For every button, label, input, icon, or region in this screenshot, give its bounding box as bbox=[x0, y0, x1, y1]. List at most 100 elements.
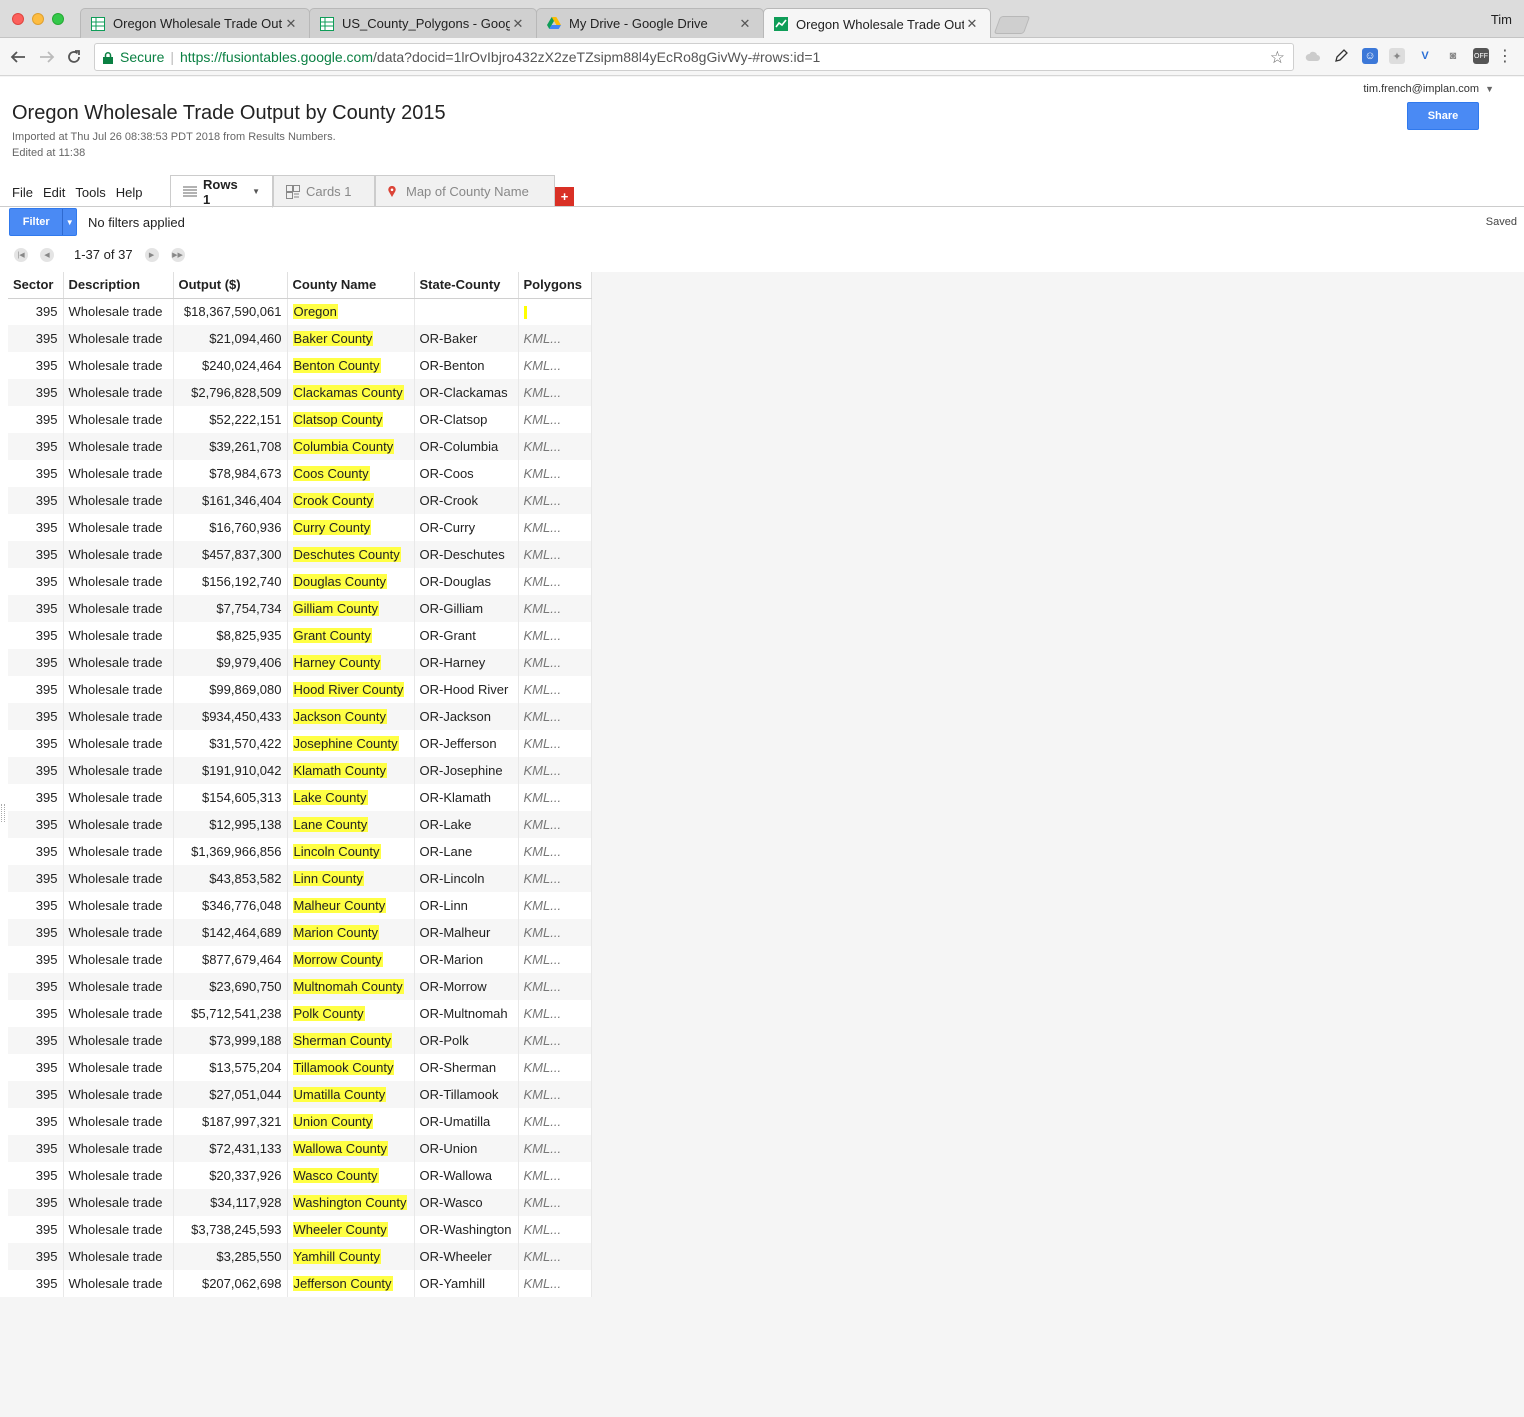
cell-sector[interactable]: 395 bbox=[8, 514, 64, 541]
cell-description[interactable]: Wholesale trade bbox=[63, 1243, 174, 1270]
cell-county-name[interactable]: Wheeler County bbox=[287, 1216, 415, 1243]
account-menu[interactable]: tim.french@implan.com ▼ bbox=[1363, 83, 1494, 95]
cell-polygons[interactable]: KML... bbox=[518, 703, 592, 730]
cell-polygons[interactable]: KML... bbox=[518, 325, 592, 352]
cell-sector[interactable]: 395 bbox=[8, 676, 64, 703]
cell-state-county[interactable]: OR-Morrow bbox=[414, 973, 519, 1000]
cell-county-name[interactable]: Tillamook County bbox=[287, 1054, 415, 1081]
cell-polygons[interactable]: KML... bbox=[518, 1054, 592, 1081]
table-row[interactable]: 395 Wholesale trade $3,738,245,593 Wheeler … bbox=[8, 1216, 592, 1243]
cell-description[interactable]: Wholesale trade bbox=[63, 433, 174, 460]
cell-output[interactable]: $877,679,464 bbox=[173, 946, 288, 973]
cell-sector[interactable]: 395 bbox=[8, 730, 64, 757]
cell-description[interactable]: Wholesale trade bbox=[63, 1054, 174, 1081]
cell-sector[interactable]: 395 bbox=[8, 568, 64, 595]
cell-state-county[interactable]: OR-Wallowa bbox=[414, 1162, 519, 1189]
secure-indicator[interactable]: Secure bbox=[95, 49, 164, 65]
close-icon[interactable]: ✕ bbox=[737, 16, 753, 32]
cell-polygons[interactable]: KML... bbox=[518, 892, 592, 919]
cell-output[interactable]: $31,570,422 bbox=[173, 730, 288, 757]
cell-polygons[interactable]: KML... bbox=[518, 1081, 592, 1108]
cell-sector[interactable]: 395 bbox=[8, 1189, 64, 1216]
cell-polygons[interactable]: KML... bbox=[518, 541, 592, 568]
cell-county-name[interactable]: Josephine County bbox=[287, 730, 415, 757]
cell-sector[interactable]: 395 bbox=[8, 1216, 64, 1243]
cell-state-county[interactable]: OR-Jackson bbox=[414, 703, 519, 730]
cell-sector[interactable]: 395 bbox=[8, 298, 64, 325]
cell-polygons[interactable]: KML... bbox=[518, 379, 592, 406]
cell-output[interactable]: $16,760,936 bbox=[173, 514, 288, 541]
cell-output[interactable]: $154,605,313 bbox=[173, 784, 288, 811]
table-row[interactable]: 395 Wholesale trade $31,570,422 Josephine C… bbox=[8, 730, 592, 757]
cell-county-name[interactable]: Oregon bbox=[287, 298, 415, 325]
cell-output[interactable]: $457,837,300 bbox=[173, 541, 288, 568]
cell-state-county[interactable]: OR-Douglas bbox=[414, 568, 519, 595]
table-row[interactable]: 395 Wholesale trade $72,431,133 Wallowa Cou… bbox=[8, 1135, 592, 1162]
cell-state-county[interactable]: OR-Yamhill bbox=[414, 1270, 519, 1297]
cell-description[interactable]: Wholesale trade bbox=[63, 811, 174, 838]
chevron-down-icon[interactable]: ▼ bbox=[252, 187, 260, 196]
cell-output[interactable]: $187,997,321 bbox=[173, 1108, 288, 1135]
column-header-polygons[interactable]: Polygons bbox=[518, 272, 592, 299]
table-row[interactable]: 395 Wholesale trade $16,760,936 Curry Count… bbox=[8, 514, 592, 541]
cell-sector[interactable]: 395 bbox=[8, 757, 64, 784]
cell-polygons[interactable]: KML... bbox=[518, 1027, 592, 1054]
cell-state-county[interactable]: OR-Lane bbox=[414, 838, 519, 865]
cell-description[interactable]: Wholesale trade bbox=[63, 1027, 174, 1054]
cell-sector[interactable]: 395 bbox=[8, 595, 64, 622]
cell-county-name[interactable]: Umatilla County bbox=[287, 1081, 415, 1108]
table-row[interactable]: 395 Wholesale trade $142,464,689 Marion Cou… bbox=[8, 919, 592, 946]
cell-polygons[interactable]: KML... bbox=[518, 649, 592, 676]
cell-polygons[interactable]: KML... bbox=[518, 784, 592, 811]
cell-sector[interactable]: 395 bbox=[8, 946, 64, 973]
forward-arrow-icon[interactable] bbox=[36, 46, 58, 68]
cell-sector[interactable]: 395 bbox=[8, 325, 64, 352]
cell-output[interactable]: $346,776,048 bbox=[173, 892, 288, 919]
column-header-county-name[interactable]: County Name bbox=[287, 272, 415, 299]
cell-output[interactable]: $73,999,188 bbox=[173, 1027, 288, 1054]
cell-description[interactable]: Wholesale trade bbox=[63, 838, 174, 865]
cell-output[interactable]: $99,869,080 bbox=[173, 676, 288, 703]
cell-sector[interactable]: 395 bbox=[8, 703, 64, 730]
cell-state-county[interactable]: OR-Benton bbox=[414, 352, 519, 379]
cell-sector[interactable]: 395 bbox=[8, 649, 64, 676]
cell-polygons[interactable]: KML... bbox=[518, 919, 592, 946]
table-row[interactable]: 395 Wholesale trade $5,712,541,238 Polk Cou… bbox=[8, 1000, 592, 1027]
cell-polygons[interactable]: KML... bbox=[518, 1270, 592, 1297]
cell-description[interactable]: Wholesale trade bbox=[63, 892, 174, 919]
cell-output[interactable]: $1,369,966,856 bbox=[173, 838, 288, 865]
cell-sector[interactable]: 395 bbox=[8, 811, 64, 838]
cell-output[interactable]: $161,346,404 bbox=[173, 487, 288, 514]
table-row[interactable]: 395 Wholesale trade $877,679,464 Morrow Cou… bbox=[8, 946, 592, 973]
cell-state-county[interactable]: OR-Deschutes bbox=[414, 541, 519, 568]
browser-profile-name[interactable]: Tim bbox=[1491, 12, 1512, 27]
cell-county-name[interactable]: Harney County bbox=[287, 649, 415, 676]
window-zoom-button[interactable] bbox=[52, 13, 64, 25]
tab-cards[interactable]: Cards 1 bbox=[273, 175, 375, 207]
cell-county-name[interactable]: Linn County bbox=[287, 865, 415, 892]
cell-output[interactable]: $5,712,541,238 bbox=[173, 1000, 288, 1027]
cell-description[interactable]: Wholesale trade bbox=[63, 676, 174, 703]
cell-sector[interactable]: 395 bbox=[8, 433, 64, 460]
first-page-icon[interactable]: |◀ bbox=[14, 247, 28, 262]
cell-state-county[interactable]: OR-Malheur bbox=[414, 919, 519, 946]
cell-state-county[interactable]: OR-Tillamook bbox=[414, 1081, 519, 1108]
column-header-state-county[interactable]: State-County bbox=[414, 272, 519, 299]
table-row[interactable]: 395 Wholesale trade $12,995,138 Lane County… bbox=[8, 811, 592, 838]
cell-county-name[interactable]: Sherman County bbox=[287, 1027, 415, 1054]
cell-polygons[interactable]: KML... bbox=[518, 595, 592, 622]
cell-sector[interactable]: 395 bbox=[8, 919, 64, 946]
off-extension-icon[interactable]: OFF bbox=[1473, 48, 1489, 64]
back-arrow-icon[interactable] bbox=[7, 46, 29, 68]
cell-description[interactable]: Wholesale trade bbox=[63, 325, 174, 352]
cell-state-county[interactable]: OR-Wasco bbox=[414, 1189, 519, 1216]
more-vert-icon[interactable]: ⋮ bbox=[1497, 48, 1513, 65]
cell-state-county[interactable]: OR-Wheeler bbox=[414, 1243, 519, 1270]
browser-tab-3[interactable]: My Drive - Google Drive ✕ bbox=[536, 8, 764, 38]
table-row[interactable]: 395 Wholesale trade $8,825,935 Grant County… bbox=[8, 622, 592, 649]
table-row[interactable]: 395 Wholesale trade $934,450,433 Jackson Co… bbox=[8, 703, 592, 730]
cell-output[interactable]: $191,910,042 bbox=[173, 757, 288, 784]
tab-map[interactable]: Map of County Name bbox=[375, 175, 555, 207]
table-row[interactable]: 395 Wholesale trade $18,367,590,061 Oregon bbox=[8, 298, 592, 325]
cell-county-name[interactable]: Deschutes County bbox=[287, 541, 415, 568]
